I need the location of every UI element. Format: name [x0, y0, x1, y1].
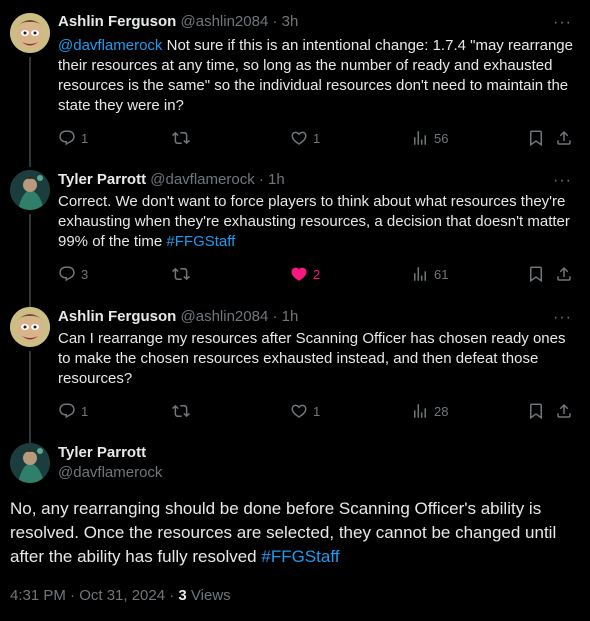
author-name[interactable]: Ashlin Ferguson	[58, 13, 176, 30]
reply-count: 3	[81, 266, 89, 282]
reply-icon	[59, 266, 75, 282]
like-icon-filled	[291, 267, 307, 281]
tweet-1[interactable]: Ashlin Ferguson @ashlin2084 · 3h ··· @da…	[0, 0, 590, 167]
thread-connector	[29, 351, 31, 443]
author-name[interactable]: Ashlin Ferguson	[58, 308, 176, 325]
tweet-text: No, any rearranging should be done befor…	[10, 497, 580, 569]
tweet-meta: 4:31 PM · Oct 31, 2024 · 3 Views	[10, 586, 231, 606]
author-handle[interactable]: @ashlin2084	[181, 308, 269, 325]
share-button[interactable]	[555, 401, 573, 421]
like-count: 1	[313, 403, 321, 419]
like-button[interactable]: 2	[290, 264, 320, 284]
tweet-time[interactable]: 1h	[282, 308, 299, 325]
views-button[interactable]: 56	[411, 128, 448, 148]
tweet-time[interactable]: 3h	[282, 13, 299, 30]
hashtag-link[interactable]: #FFGStaff	[166, 233, 235, 250]
reply-button[interactable]: 1	[58, 128, 88, 148]
share-button[interactable]	[555, 264, 573, 284]
tweet-body: Correct. We don't want to force players …	[58, 193, 570, 250]
author-handle[interactable]: @ashlin2084	[181, 13, 269, 30]
avatar-ashlin[interactable]	[10, 13, 50, 53]
reply-icon	[59, 130, 75, 146]
separator: ·	[254, 171, 269, 188]
tweet-3[interactable]: Ashlin Ferguson @ashlin2084 · 1h ··· Can…	[0, 297, 590, 443]
more-icon[interactable]: ···	[553, 173, 572, 189]
like-button[interactable]: 1	[290, 128, 320, 148]
reply-count: 1	[81, 403, 89, 419]
views-count: 56	[434, 130, 449, 146]
reply-icon	[59, 403, 75, 419]
tweet-header: Ashlin Ferguson @ashlin2084 · 3h	[58, 12, 298, 32]
views-label: Views	[186, 587, 231, 604]
retweet-button[interactable]	[172, 128, 190, 148]
share-icon	[557, 266, 571, 281]
separator: ·	[268, 308, 282, 325]
tweet-time[interactable]: 1h	[268, 171, 285, 188]
retweet-button[interactable]	[172, 264, 190, 284]
timestamp[interactable]: 4:31 PM · Oct 31, 2024 ·	[10, 587, 178, 604]
more-icon[interactable]: ···	[553, 15, 572, 31]
author-name[interactable]: Tyler Parrott	[58, 443, 162, 463]
tweet-header: Tyler Parrott @davflamerock · 1h	[58, 170, 285, 190]
tweet-text: Can I rearrange my resources after Scann…	[58, 329, 578, 389]
bookmark-icon	[530, 130, 542, 147]
views-icon	[414, 131, 426, 145]
tweet-header: Ashlin Ferguson @ashlin2084 · 1h	[58, 307, 298, 327]
thread-connector	[29, 57, 31, 167]
share-button[interactable]	[555, 128, 573, 148]
hashtag-link[interactable]: #FFGStaff	[261, 547, 339, 566]
share-icon	[557, 130, 571, 145]
retweet-icon	[172, 267, 190, 281]
like-icon	[291, 131, 307, 145]
like-icon	[291, 404, 307, 418]
thread-connector	[29, 214, 31, 308]
separator: ·	[268, 13, 282, 30]
author-handle[interactable]: @davflamerock	[150, 171, 254, 188]
author-name[interactable]: Tyler Parrott	[58, 171, 146, 188]
tweet-2[interactable]: Tyler Parrott @davflamerock · 1h ··· Cor…	[0, 160, 590, 308]
more-icon[interactable]: ···	[553, 310, 572, 326]
bookmark-button[interactable]	[527, 401, 545, 421]
tweet-text: @davflamerock Not sure if this is an int…	[58, 36, 578, 116]
tweet-thread: Ashlin Ferguson @ashlin2084 · 3h ··· @da…	[0, 0, 590, 621]
views-count: 28	[434, 403, 449, 419]
author-handle[interactable]: @davflamerock	[58, 463, 162, 483]
retweet-icon	[172, 131, 190, 145]
retweet-icon	[172, 404, 190, 418]
action-bar: 1 1 28	[58, 401, 578, 421]
tweet-text: Correct. We don't want to force players …	[58, 192, 578, 252]
views-total: 3	[178, 587, 187, 604]
bookmark-icon	[530, 266, 542, 283]
views-count: 61	[434, 266, 449, 282]
views-icon	[414, 267, 426, 281]
reply-button[interactable]: 3	[58, 264, 88, 284]
reply-button[interactable]: 1	[58, 401, 88, 421]
avatar-tyler[interactable]	[10, 170, 50, 210]
main-tweet: Tyler Parrott @davflamerock No, any rear…	[0, 437, 590, 621]
like-count: 2	[313, 266, 321, 282]
tweet-body: Can I rearrange my resources after Scann…	[58, 330, 566, 387]
avatar-ashlin[interactable]	[10, 307, 50, 347]
reply-count: 1	[81, 130, 89, 146]
like-button[interactable]: 1	[290, 401, 320, 421]
views-button[interactable]: 28	[411, 401, 448, 421]
retweet-button[interactable]	[172, 401, 190, 421]
action-bar: 3 2 61	[58, 264, 578, 284]
views-icon	[414, 404, 426, 418]
like-count: 1	[313, 130, 321, 146]
action-bar: 1 1 56	[58, 128, 578, 148]
bookmark-button[interactable]	[527, 128, 545, 148]
tweet-header: Tyler Parrott @davflamerock	[58, 443, 162, 483]
avatar-tyler[interactable]	[10, 443, 50, 483]
share-icon	[557, 403, 571, 418]
bookmark-button[interactable]	[527, 264, 545, 284]
bookmark-icon	[530, 403, 542, 420]
views-button[interactable]: 61	[411, 264, 448, 284]
mention-link[interactable]: @davflamerock	[58, 37, 162, 54]
